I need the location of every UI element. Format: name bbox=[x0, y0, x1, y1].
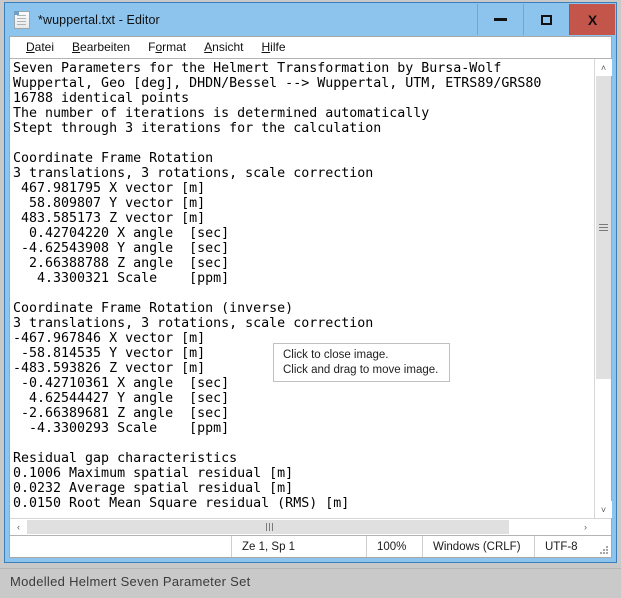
text-line: Coordinate Frame Rotation bbox=[13, 151, 214, 166]
client-area: Datei Bearbeiten Format Ansicht Hilfe Se… bbox=[9, 36, 612, 558]
edit-row: Seven Parameters for the Helmert Transfo… bbox=[10, 58, 612, 518]
text-line bbox=[13, 286, 594, 301]
text-line: 483.585173 Z vector [m] bbox=[13, 211, 206, 226]
text-line bbox=[13, 136, 594, 151]
text-line: -4.62543908 Y angle [sec] bbox=[13, 241, 230, 256]
text-line: Wuppertal, Geo [deg], DHDN/Bessel --> Wu… bbox=[13, 76, 542, 91]
title-bar[interactable]: *wuppertal.txt - Editor X bbox=[5, 3, 616, 36]
menu-item-hilfe[interactable]: Hilfe bbox=[253, 37, 295, 58]
menu-item-format[interactable]: Format bbox=[139, 37, 195, 58]
scrollbar-corner bbox=[594, 519, 611, 536]
menu-item-datei[interactable]: Datei bbox=[17, 37, 63, 58]
status-bar: Ze 1, Sp 1 100% Windows (CRLF) UTF-8 bbox=[10, 535, 611, 557]
maximize-button[interactable] bbox=[523, 4, 569, 35]
text-line: 0.0150 Root Mean Square residual (RMS) [… bbox=[13, 496, 350, 511]
horizontal-scrollbar-row: ‹ › bbox=[10, 518, 611, 536]
text-line: Seven Parameters for the Helmert Transfo… bbox=[13, 61, 502, 76]
resize-grip-icon[interactable] bbox=[599, 545, 608, 554]
minimize-icon bbox=[494, 18, 507, 21]
text-line: 4.62544427 Y angle [sec] bbox=[13, 391, 230, 406]
text-line: 58.809807 Y vector [m] bbox=[13, 196, 206, 211]
scroll-left-arrow-icon[interactable]: ‹ bbox=[10, 519, 27, 535]
status-blank-cell bbox=[10, 536, 232, 557]
text-editor[interactable]: Seven Parameters for the Helmert Transfo… bbox=[10, 59, 594, 518]
status-encoding[interactable]: UTF-8 bbox=[535, 536, 611, 557]
text-line: 4.3300321 Scale [ppm] bbox=[13, 271, 230, 286]
text-line: 0.0232 Average spatial residual [m] bbox=[13, 481, 294, 496]
status-encoding-label: UTF-8 bbox=[545, 540, 578, 553]
tooltip-line-2: Click and drag to move image. bbox=[283, 364, 439, 376]
text-line: Residual gap characteristics bbox=[13, 451, 238, 466]
text-line bbox=[13, 436, 594, 451]
scroll-thumb-grip-icon bbox=[265, 523, 267, 531]
tooltip-line-1: Click to close image. bbox=[283, 349, 389, 361]
menu-item-bearbeiten[interactable]: Bearbeiten bbox=[63, 37, 139, 58]
image-hint-tooltip[interactable]: Click to close image. Click and drag to … bbox=[273, 343, 450, 382]
text-line: 0.42704220 X angle [sec] bbox=[13, 226, 230, 241]
horizontal-scroll-thumb[interactable] bbox=[27, 520, 509, 534]
text-line: 3 translations, 3 rotations, scale corre… bbox=[13, 166, 374, 181]
scroll-down-arrow-icon[interactable]: ˅ bbox=[595, 501, 612, 518]
maximize-icon bbox=[541, 14, 552, 25]
menu-bar: Datei Bearbeiten Format Ansicht Hilfe bbox=[10, 37, 611, 58]
menu-item-ansicht[interactable]: Ansicht bbox=[195, 37, 252, 58]
text-line: 0.1006 Maximum spatial residual [m] bbox=[13, 466, 294, 481]
text-line: 16788 identical points bbox=[13, 91, 190, 106]
window-controls: X bbox=[477, 4, 615, 35]
editor-window: *wuppertal.txt - Editor X Datei Bearbeit… bbox=[4, 2, 617, 563]
scroll-right-arrow-icon[interactable]: › bbox=[577, 519, 594, 535]
status-line-ending[interactable]: Windows (CRLF) bbox=[423, 536, 535, 557]
text-line: -2.66389681 Z angle [sec] bbox=[13, 406, 230, 421]
text-line: 467.981795 X vector [m] bbox=[13, 181, 206, 196]
text-line: 3 translations, 3 rotations, scale corre… bbox=[13, 316, 374, 331]
vertical-scroll-thumb[interactable] bbox=[596, 76, 611, 379]
close-icon: X bbox=[587, 11, 598, 28]
text-line: The number of iterations is determined a… bbox=[13, 106, 430, 121]
figure-caption: Modelled Helmert Seven Parameter Set bbox=[0, 568, 621, 594]
status-zoom-level[interactable]: 100% bbox=[367, 536, 423, 557]
vertical-scrollbar[interactable]: ˄ ˅ bbox=[594, 59, 612, 518]
text-line: Stept through 3 iterations for the calcu… bbox=[13, 121, 382, 136]
notepad-document-icon bbox=[14, 10, 30, 29]
page-root: *wuppertal.txt - Editor X Datei Bearbeit… bbox=[0, 0, 621, 598]
document-text: Seven Parameters for the Helmert Transfo… bbox=[13, 61, 594, 511]
minimize-button[interactable] bbox=[477, 4, 523, 35]
text-line: -4.3300293 Scale [ppm] bbox=[13, 421, 230, 436]
scroll-thumb-grip-icon bbox=[599, 224, 608, 225]
horizontal-scrollbar[interactable]: ‹ › bbox=[10, 519, 594, 535]
text-line: 2.66388788 Z angle [sec] bbox=[13, 256, 230, 271]
text-line: Coordinate Frame Rotation (inverse) bbox=[13, 301, 294, 316]
window-title: *wuppertal.txt - Editor bbox=[38, 12, 160, 27]
scroll-up-arrow-icon[interactable]: ˄ bbox=[595, 59, 612, 76]
figure-caption-text: Modelled Helmert Seven Parameter Set bbox=[10, 574, 251, 589]
status-cursor-position[interactable]: Ze 1, Sp 1 bbox=[232, 536, 367, 557]
close-button[interactable]: X bbox=[569, 4, 615, 35]
